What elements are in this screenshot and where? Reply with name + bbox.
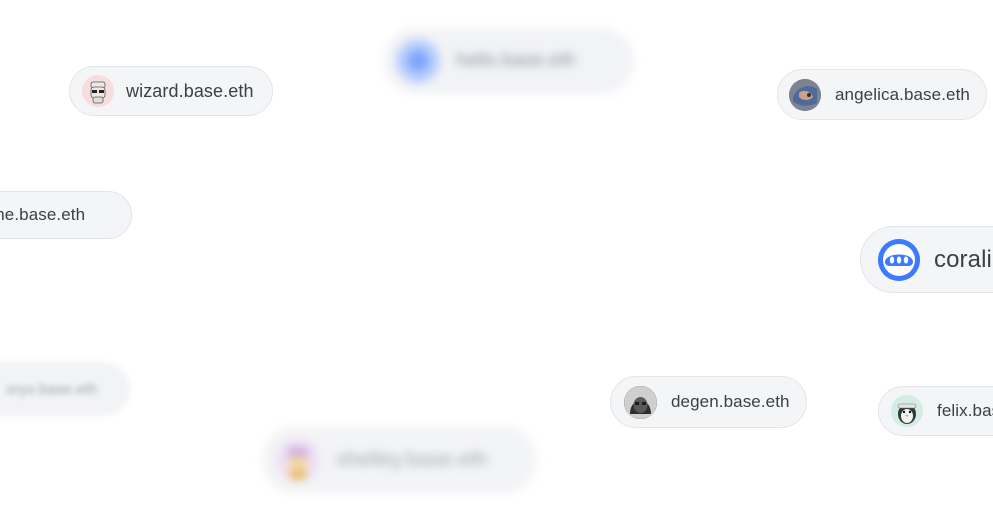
name-label: coraline.base.eth — [934, 245, 993, 273]
hooded-avatar-icon — [624, 385, 657, 419]
name-pill-wizard[interactable]: wizard.base.eth — [69, 66, 273, 116]
photo-avatar-icon — [789, 78, 821, 111]
wizard-avatar-icon — [82, 75, 114, 107]
name-pill-degen[interactable]: degen.base.eth — [610, 376, 807, 428]
name-label: coraline.base.eth — [0, 205, 86, 224]
name-pill-angelica[interactable]: angelica.base.eth — [777, 69, 987, 120]
name-cloud: hello.base.eth wizard.base.eth angelica.… — [0, 0, 993, 516]
name-label: felix.base.eth — [937, 401, 993, 420]
name-label: oryx.base.eth — [6, 380, 98, 398]
name-pill-hello[interactable]: hello.base.eth — [384, 28, 634, 94]
character-avatar-icon — [276, 438, 320, 482]
globe-avatar-icon — [396, 39, 440, 83]
name-pill-coraline-left[interactable]: coraline.base.eth — [0, 191, 132, 239]
name-pill-coraline-right[interactable]: coraline.base.eth — [860, 226, 993, 293]
name-pill-oryx[interactable]: oryx.base.eth — [0, 362, 130, 416]
name-pill-shelley[interactable]: shelley.base.eth — [262, 426, 537, 494]
name-label: hello.base.eth — [456, 50, 576, 71]
penguin-avatar-icon — [891, 395, 923, 427]
name-label: wizard.base.eth — [126, 80, 254, 101]
name-label: angelica.base.eth — [835, 84, 970, 104]
name-label: degen.base.eth — [671, 392, 790, 411]
name-label: shelley.base.eth — [336, 448, 488, 471]
name-pill-felix[interactable]: felix.base.eth — [878, 386, 993, 436]
base-ghost-avatar-icon — [878, 238, 920, 281]
